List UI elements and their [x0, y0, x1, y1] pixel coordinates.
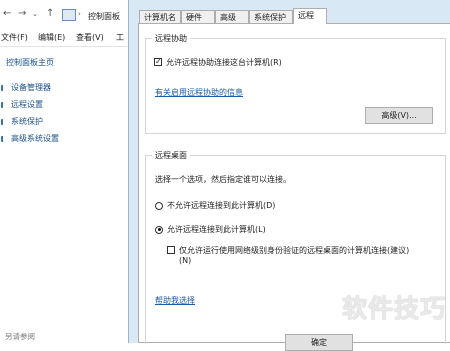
checkbox-checked-icon: ✓: [154, 57, 162, 66]
menu-tools[interactable]: 工: [116, 32, 124, 43]
shield-icon: [1, 118, 8, 125]
divider: [0, 46, 128, 47]
sidebar-item-system-protection[interactable]: 系统保护: [1, 116, 43, 127]
sidebar-item-label: 系统保护: [11, 117, 43, 126]
address-path[interactable]: 控制面板: [88, 11, 120, 22]
sidebar-item-device-manager[interactable]: 设备管理器: [1, 82, 51, 93]
remote-desktop-instruction: 选择一个选项，然后指定谁可以连接。: [155, 175, 291, 184]
allow-remote-radio[interactable]: 允许远程连接到此计算机(L): [155, 224, 266, 235]
shield-icon: [1, 135, 8, 142]
shield-icon: [1, 84, 8, 91]
sidebar-item-label: 远程设置: [11, 100, 43, 109]
tab-advanced[interactable]: 高级: [215, 10, 249, 23]
recent-dropdown-icon[interactable]: ⌄: [32, 10, 38, 18]
tab-remote[interactable]: 远程: [293, 8, 327, 24]
control-panel-icon: [62, 9, 76, 21]
sidebar-item-advanced-system-settings[interactable]: 高级系统设置: [1, 133, 59, 144]
radio-unselected-icon: [155, 201, 163, 210]
nla-only-checkbox[interactable]: 仅允许运行使用网络级别身份验证的远程桌面的计算机连接(建议) (N): [167, 245, 409, 265]
back-arrow-icon[interactable]: ←: [3, 8, 11, 19]
shield-icon: [1, 101, 8, 108]
menu-file[interactable]: 文件(F): [1, 32, 28, 43]
control-panel-home-link[interactable]: 控制面板主页: [6, 57, 54, 68]
up-arrow-icon[interactable]: ↑: [46, 8, 54, 19]
breadcrumb-separator-icon: ›: [78, 10, 81, 18]
nla-only-label-line2: (N): [179, 256, 192, 265]
remote-desktop-title: 远程桌面: [152, 150, 190, 161]
radio-selected-icon: [155, 225, 163, 234]
allow-remote-label: 允许远程连接到此计算机(L): [167, 225, 266, 234]
remote-assistance-group: 远程协助 ✓ 允许远程协助连接这台计算机(R) 有关启用远程协助的信息 高级(V…: [145, 33, 446, 134]
address-bar: ← → ⌄ ↑ › 控制面板: [0, 6, 140, 24]
checkbox-unchecked-icon: [167, 246, 175, 254]
deny-remote-radio[interactable]: 不允许远程连接到此计算机(D): [155, 200, 275, 211]
remote-assistance-title: 远程协助: [152, 33, 190, 44]
control-panel-window: ← → ⌄ ↑ › 控制面板 文件(F) 编辑(E) 查看(V) 工 控制面板主…: [0, 0, 140, 343]
menu-edit[interactable]: 编辑(E): [38, 32, 65, 43]
menu-bar: 文件(F) 编辑(E) 查看(V) 工: [0, 30, 140, 44]
tab-computer-name[interactable]: 计算机名: [139, 10, 181, 23]
tab-hardware[interactable]: 硬件: [181, 10, 215, 23]
nla-only-label-line1: 仅允许运行使用网络级别身份验证的远程桌面的计算机连接(建议): [179, 246, 410, 255]
sidebar-item-label: 设备管理器: [11, 83, 51, 92]
tab-system-protection[interactable]: 系统保护: [249, 10, 293, 23]
help-me-choose-link[interactable]: 帮助我选择: [155, 295, 195, 306]
advanced-button[interactable]: 高级(V)...: [365, 107, 433, 124]
sidebar-item-remote-settings[interactable]: 远程设置: [1, 99, 43, 110]
nla-only-label: 仅允许运行使用网络级别身份验证的远程桌面的计算机连接(建议) (N): [179, 245, 409, 265]
allow-remote-assistance-checkbox[interactable]: ✓ 允许远程协助连接这台计算机(R): [154, 57, 282, 68]
sidebar-item-label: 高级系统设置: [11, 134, 59, 143]
menu-view[interactable]: 查看(V): [76, 32, 104, 43]
allow-remote-assistance-label: 允许远程协助连接这台计算机(R): [166, 58, 282, 67]
watermark-text: 软件技巧: [341, 294, 446, 323]
see-also-heading: 另请参阅: [5, 332, 35, 341]
remote-assistance-info-link[interactable]: 有关启用远程协助的信息: [155, 87, 243, 98]
forward-arrow-icon[interactable]: →: [18, 8, 26, 19]
deny-remote-label: 不允许远程连接到此计算机(D): [167, 201, 276, 210]
